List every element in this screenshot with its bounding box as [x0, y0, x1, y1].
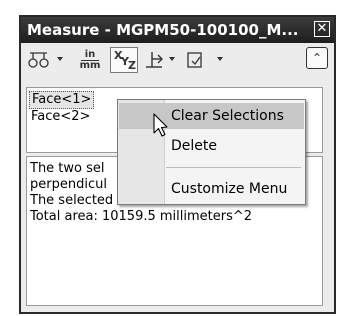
menu-item-label: Customize Menu — [171, 181, 288, 197]
menu-item-label: Clear Selections — [171, 108, 284, 124]
menu-separator — [166, 167, 301, 168]
xyz-z-label: Z — [128, 59, 136, 72]
result-line: The two sel — [30, 161, 105, 176]
units-bottom-label: mm — [79, 60, 101, 71]
menu-item-clear-selections[interactable]: Clear Selections — [119, 103, 304, 129]
menu-item-label: Delete — [171, 138, 217, 154]
close-button[interactable]: ✕ — [314, 21, 330, 37]
units-precision-button[interactable]: in mm — [79, 50, 101, 71]
result-line: Total area: 10159.5 millimeters^2 — [30, 209, 253, 224]
chevron-down-icon[interactable] — [169, 57, 175, 61]
menu-item-customize-menu[interactable]: Customize Menu — [119, 176, 304, 202]
toolbar: in mm X Y Z ⌃ — [21, 43, 334, 77]
point-to-point-icon — [28, 52, 49, 68]
title-bar[interactable]: Measure - MGPM50-100100_M... ✕ — [21, 17, 334, 43]
collapse-icon: ⌃ — [311, 51, 323, 65]
result-line: perpendicul — [30, 177, 107, 192]
units-top-label: in — [84, 49, 96, 60]
chevron-down-icon[interactable] — [57, 57, 63, 61]
mouse-pointer-icon — [153, 113, 168, 137]
xyz-measure-button[interactable]: X Y Z — [110, 47, 138, 73]
menu-item-delete[interactable]: Delete — [119, 133, 304, 159]
measurement-history-icon — [187, 52, 202, 68]
list-item[interactable]: Face<1> — [29, 91, 95, 109]
context-menu: Clear Selections Delete Customize Menu — [117, 99, 306, 205]
projection-icon — [146, 52, 163, 68]
list-item[interactable]: Face<2> — [31, 109, 90, 125]
measurement-history-button[interactable] — [185, 49, 207, 71]
close-icon: ✕ — [316, 21, 328, 36]
window-title: Measure - MGPM50-100100_M... — [27, 21, 299, 39]
point-to-point-button[interactable] — [27, 49, 51, 71]
projection-button[interactable] — [144, 49, 166, 71]
collapse-button[interactable]: ⌃ — [306, 47, 328, 69]
chevron-down-icon[interactable] — [217, 57, 223, 61]
